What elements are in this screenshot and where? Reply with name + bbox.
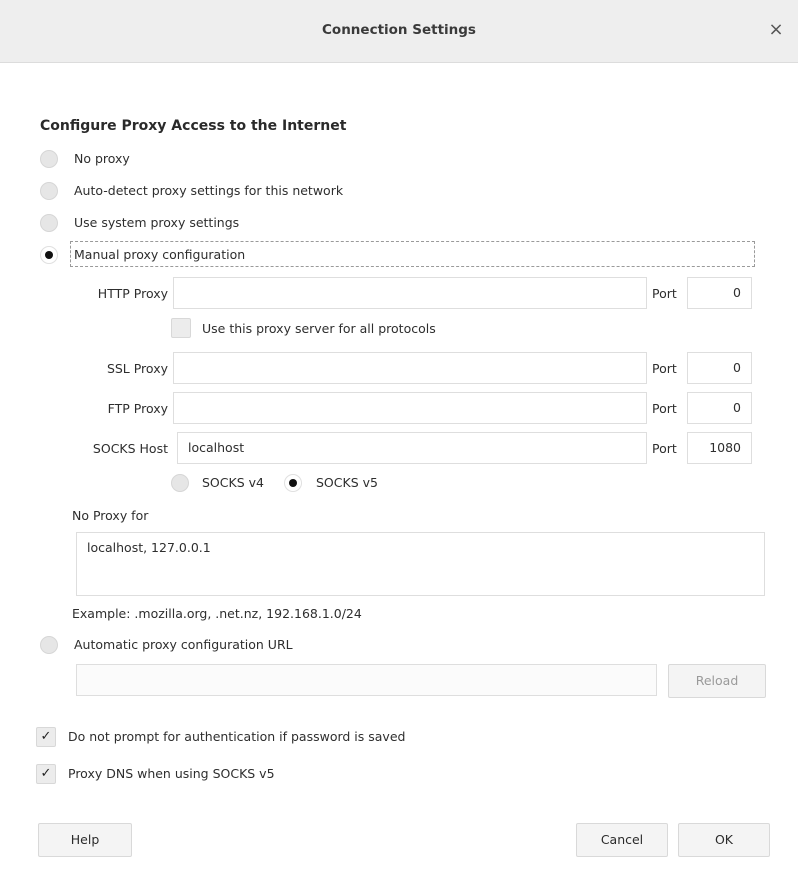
http-port-label: Port: [652, 286, 677, 301]
radio-auto-config-url-label: Automatic proxy configuration URL: [74, 637, 293, 652]
socks-host-label: SOCKS Host: [92, 441, 168, 456]
ftp-proxy-input[interactable]: [173, 392, 647, 424]
ok-button[interactable]: OK: [678, 823, 770, 857]
radio-system-proxy-label: Use system proxy settings: [74, 215, 240, 230]
radio-manual-proxy[interactable]: [40, 246, 58, 264]
radio-system-proxy[interactable]: [40, 214, 58, 232]
radio-no-proxy[interactable]: [40, 150, 58, 168]
socks-port-input[interactable]: 1080: [687, 432, 752, 464]
radio-manual-proxy-label: Manual proxy configuration: [74, 247, 246, 262]
reload-button[interactable]: Reload: [668, 664, 766, 698]
auto-config-url-input[interactable]: [76, 664, 657, 696]
proxy-dns-checkbox[interactable]: ✓: [36, 764, 56, 784]
no-proxy-for-label: No Proxy for: [72, 508, 149, 523]
no-proxy-example-text: Example: .mozilla.org, .net.nz, 192.168.…: [72, 606, 362, 621]
all-protocols-checkbox[interactable]: [171, 318, 191, 338]
radio-auto-detect[interactable]: [40, 182, 58, 200]
section-heading: Configure Proxy Access to the Internet: [40, 118, 347, 134]
cancel-button[interactable]: Cancel: [576, 823, 668, 857]
socks-host-input[interactable]: localhost: [177, 432, 647, 464]
radio-no-proxy-label: No proxy: [74, 151, 130, 166]
title-bar: Connection Settings ×: [0, 0, 798, 63]
no-proxy-for-textarea[interactable]: localhost, 127.0.0.1: [76, 532, 765, 596]
ssl-port-input[interactable]: 0: [687, 352, 752, 384]
http-proxy-input[interactable]: [173, 277, 647, 309]
ssl-port-label: Port: [652, 361, 677, 376]
radio-socks-v4-label: SOCKS v4: [202, 475, 264, 490]
no-auth-prompt-checkbox[interactable]: ✓: [36, 727, 56, 747]
radio-auto-config-url[interactable]: [40, 636, 58, 654]
ssl-proxy-label: SSL Proxy: [106, 361, 168, 376]
http-port-input[interactable]: 0: [687, 277, 752, 309]
help-button[interactable]: Help: [38, 823, 132, 857]
socks-port-label: Port: [652, 441, 677, 456]
all-protocols-label: Use this proxy server for all protocols: [202, 321, 436, 336]
proxy-dns-label: Proxy DNS when using SOCKS v5: [68, 766, 275, 781]
radio-socks-v5[interactable]: [284, 474, 302, 492]
ssl-proxy-input[interactable]: [173, 352, 647, 384]
radio-socks-v5-label: SOCKS v5: [316, 475, 378, 490]
radio-socks-v4[interactable]: [171, 474, 189, 492]
close-icon[interactable]: ×: [764, 18, 788, 42]
no-auth-prompt-label: Do not prompt for authentication if pass…: [68, 729, 406, 744]
dialog-title: Connection Settings: [322, 22, 476, 38]
ftp-port-label: Port: [652, 401, 677, 416]
radio-auto-detect-label: Auto-detect proxy settings for this netw…: [74, 183, 344, 198]
http-proxy-label: HTTP Proxy: [97, 286, 168, 301]
ftp-port-input[interactable]: 0: [687, 392, 752, 424]
ftp-proxy-label: FTP Proxy: [107, 401, 168, 416]
